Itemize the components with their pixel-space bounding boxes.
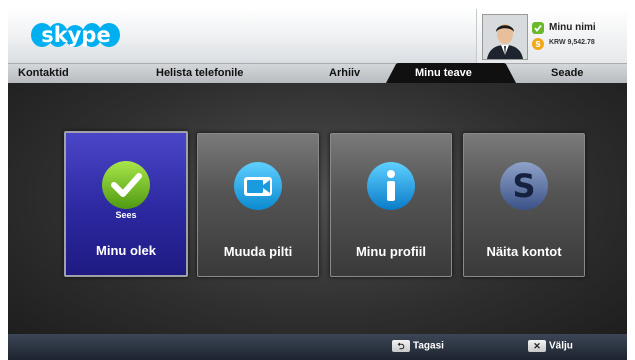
status-badge: Sees [115,210,137,220]
svg-text:S: S [512,167,535,205]
skype-s-icon: S [500,162,548,210]
tile-minu-profiil[interactable]: Minu profiil [330,133,452,277]
exit-button[interactable]: ✕ Välju [528,340,573,356]
tab-seade[interactable]: Seade [551,64,583,83]
tile-label-minu-profiil: Minu profiil [355,244,427,259]
check-status-icon [102,161,150,209]
tile-muuda-pilti[interactable]: Muuda pilti [197,133,319,277]
exit-button-label: Välju [549,340,573,352]
info-icon [367,162,415,210]
tab-bar [8,63,627,83]
main-panel: Sees Minu olek Muuda pilti Minu profiil [8,83,627,334]
camera-icon [234,162,282,210]
skype-credit-icon: S [532,38,544,50]
tile-minu-olek[interactable]: Sees Minu olek [64,131,188,277]
skype-logo: skype [31,23,120,47]
skype-logo-text: skype [41,23,110,47]
tile-label-minu-olek: Minu olek [96,243,156,258]
tab-minu-teave[interactable]: Minu teave [415,64,472,83]
back-button-label: Tagasi [413,340,444,352]
svg-text:S: S [535,40,541,49]
tab-arhiiv[interactable]: Arhiiv [329,64,360,83]
tile-label-muuda-pilti: Muuda pilti [223,244,293,259]
return-key-icon: ⮌ [392,340,410,352]
bottom-bar: ⮌ Tagasi ✕ Välju [8,334,627,360]
online-status-icon [532,22,544,34]
back-button[interactable]: ⮌ Tagasi [392,340,444,356]
profile-panel[interactable]: S Minu nimi KRW 9,542.78 [476,9,627,63]
skype-tv-app: skype S Minu nimi KRW 9,542.78 Kontaktid… [8,9,627,360]
screen-frame: skype S Minu nimi KRW 9,542.78 Kontaktid… [0,0,635,360]
avatar [482,14,528,60]
tile-naita-kontot[interactable]: S Näita kontot [463,133,585,277]
header-bar: skype S Minu nimi KRW 9,542.78 [8,9,627,63]
tile-label-naita-kontot: Näita kontot [486,244,562,259]
exit-key-icon: ✕ [528,340,546,352]
profile-credit: KRW 9,542.78 [549,39,595,46]
tab-helista-telefonile[interactable]: Helista telefonile [156,64,243,83]
tab-kontaktid[interactable]: Kontaktid [18,64,69,83]
profile-name: Minu nimi [549,22,596,33]
